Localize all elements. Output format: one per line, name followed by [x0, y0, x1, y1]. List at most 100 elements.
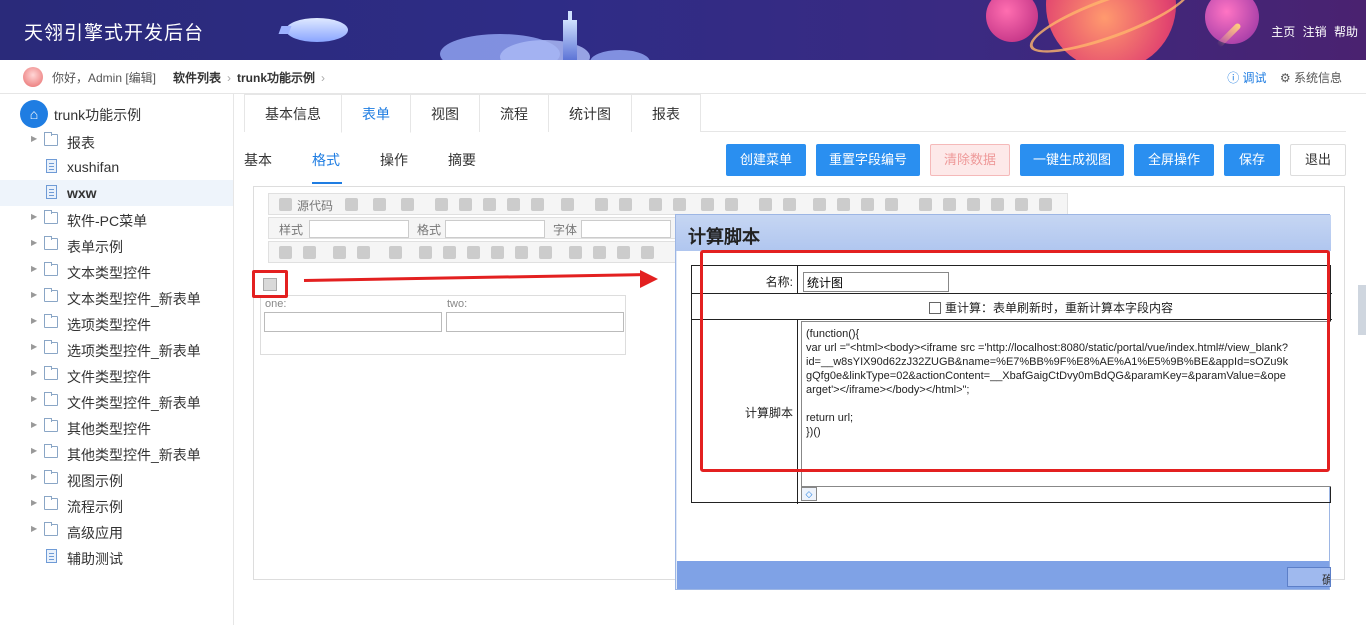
- expand-arrow-icon[interactable]: ▶: [31, 238, 37, 247]
- expand-arrow-icon[interactable]: ▶: [31, 342, 37, 351]
- subtab-format[interactable]: 格式: [312, 150, 340, 170]
- sidebar-item[interactable]: ▶ 表单示例: [0, 232, 233, 258]
- replace-icon[interactable]: [673, 198, 686, 211]
- style-select[interactable]: [309, 220, 409, 238]
- attachment-control-icon[interactable]: [539, 246, 552, 259]
- expand-arrow-icon[interactable]: ▶: [31, 290, 37, 299]
- find-icon[interactable]: [649, 198, 662, 211]
- help-link[interactable]: 帮助: [1334, 25, 1358, 39]
- format-select[interactable]: [445, 220, 545, 238]
- redo-icon[interactable]: [619, 198, 632, 211]
- expand-arrow-icon[interactable]: ▶: [31, 498, 37, 507]
- sidebar-item[interactable]: ▶ 报表: [0, 128, 233, 154]
- checkbox-control-icon[interactable]: [279, 246, 292, 259]
- outdent-icon[interactable]: [813, 198, 826, 211]
- debug-link[interactable]: ⓘ 调试: [1227, 71, 1266, 85]
- view-control-icon[interactable]: [641, 246, 654, 259]
- tab-control-icon[interactable]: [593, 246, 606, 259]
- breadcrumb-software-list[interactable]: 软件列表: [173, 71, 221, 85]
- radio-control-icon[interactable]: [303, 246, 316, 259]
- system-info-link[interactable]: ⚙ 系统信息: [1280, 71, 1342, 85]
- undo-icon[interactable]: [595, 198, 608, 211]
- image-icon[interactable]: [919, 198, 932, 211]
- script-editor-icon[interactable]: ◇: [801, 487, 817, 501]
- tree-control-icon[interactable]: [515, 246, 528, 259]
- div-icon[interactable]: [885, 198, 898, 211]
- indent-icon[interactable]: [837, 198, 850, 211]
- expand-arrow-icon[interactable]: ▶: [31, 394, 37, 403]
- sidebar-item[interactable]: ▶ 文本类型控件_新表单: [0, 284, 233, 310]
- source-code-icon[interactable]: [279, 198, 292, 211]
- paste-format-icon[interactable]: [531, 198, 544, 211]
- sidebar-item[interactable]: xushifan: [0, 154, 233, 180]
- source-code-label[interactable]: 源代码: [297, 197, 333, 214]
- textarea-control-icon[interactable]: [357, 246, 370, 259]
- house-control-icon[interactable]: [467, 246, 480, 259]
- bullet-list-icon[interactable]: [783, 198, 796, 211]
- tab-basic-info[interactable]: 基本信息: [244, 94, 342, 132]
- tab-report[interactable]: 报表: [631, 94, 701, 132]
- save-button[interactable]: 保存: [1224, 144, 1280, 176]
- special-char-icon[interactable]: [1039, 198, 1052, 211]
- dialog-ok-button[interactable]: 确: [1287, 567, 1331, 587]
- sidebar-item[interactable]: ▶ 文本类型控件: [0, 258, 233, 284]
- user-greeting[interactable]: 你好，Admin [编辑]: [52, 69, 156, 86]
- sidebar-item[interactable]: wxw: [0, 180, 233, 206]
- create-menu-button[interactable]: 创建菜单: [726, 144, 806, 176]
- reset-field-number-button[interactable]: 重置字段编号: [816, 144, 920, 176]
- expand-arrow-icon[interactable]: ▶: [31, 212, 37, 221]
- expand-arrow-icon[interactable]: ▶: [31, 420, 37, 429]
- flash-icon[interactable]: [943, 198, 956, 211]
- cut-icon[interactable]: [435, 198, 448, 211]
- sidebar-item[interactable]: ▶ 软件-PC菜单: [0, 206, 233, 232]
- expand-arrow-icon[interactable]: ▶: [31, 446, 37, 455]
- clear-data-button[interactable]: 清除数据: [930, 144, 1010, 176]
- expand-arrow-icon[interactable]: ▶: [31, 134, 37, 143]
- table-icon[interactable]: [967, 198, 980, 211]
- expand-arrow-icon[interactable]: ▶: [31, 264, 37, 273]
- quote-icon[interactable]: [861, 198, 874, 211]
- horizontal-line-icon[interactable]: [991, 198, 1004, 211]
- side-collapse-handle[interactable]: [1358, 285, 1366, 335]
- subtab-basic[interactable]: 基本: [244, 150, 272, 170]
- tab-chart[interactable]: 统计图: [548, 94, 632, 132]
- select-control-icon[interactable]: [389, 246, 402, 259]
- tab-form[interactable]: 表单: [341, 94, 411, 133]
- copy-icon[interactable]: [345, 198, 358, 211]
- textfield-control-icon[interactable]: [333, 246, 346, 259]
- fullscreen-button[interactable]: 全屏操作: [1134, 144, 1214, 176]
- expand-arrow-icon[interactable]: ▶: [31, 472, 37, 481]
- smiley-icon[interactable]: [1015, 198, 1028, 211]
- sidebar-item[interactable]: 辅助测试: [0, 544, 233, 570]
- sidebar-item[interactable]: ▶ 高级应用: [0, 518, 233, 544]
- paste-text-icon[interactable]: [483, 198, 496, 211]
- expand-arrow-icon[interactable]: ▶: [31, 368, 37, 377]
- paste-icon[interactable]: [459, 198, 472, 211]
- template-icon[interactable]: [401, 198, 414, 211]
- home-link[interactable]: 主页: [1271, 25, 1295, 39]
- sidebar-item[interactable]: ▶ 其他类型控件: [0, 414, 233, 440]
- tab-flow[interactable]: 流程: [479, 94, 549, 132]
- tab-view[interactable]: 视图: [410, 94, 480, 132]
- spellcheck-icon[interactable]: [561, 198, 574, 211]
- generate-view-button[interactable]: 一键生成视图: [1020, 144, 1124, 176]
- sidebar-item[interactable]: ▶ 文件类型控件_新表单: [0, 388, 233, 414]
- user-control-icon[interactable]: [491, 246, 504, 259]
- subtab-operation[interactable]: 操作: [380, 150, 408, 170]
- font-select[interactable]: [581, 220, 671, 238]
- include-control-icon[interactable]: [617, 246, 630, 259]
- eraser-icon[interactable]: [725, 198, 738, 211]
- numbered-list-icon[interactable]: [759, 198, 772, 211]
- paste-word-icon[interactable]: [507, 198, 520, 211]
- sidebar-item[interactable]: ▶ 选项类型控件: [0, 310, 233, 336]
- sidebar-item[interactable]: ▶ 视图示例: [0, 466, 233, 492]
- avatar[interactable]: [23, 67, 43, 87]
- expand-arrow-icon[interactable]: ▶: [31, 316, 37, 325]
- expand-arrow-icon[interactable]: ▶: [31, 524, 37, 533]
- subtab-summary[interactable]: 摘要: [448, 150, 476, 170]
- department-control-icon[interactable]: [443, 246, 456, 259]
- select-all-icon[interactable]: [701, 198, 714, 211]
- sidebar-item[interactable]: ▶ 流程示例: [0, 492, 233, 518]
- button-control-icon[interactable]: [569, 246, 582, 259]
- breadcrumb-current[interactable]: trunk功能示例: [237, 71, 315, 85]
